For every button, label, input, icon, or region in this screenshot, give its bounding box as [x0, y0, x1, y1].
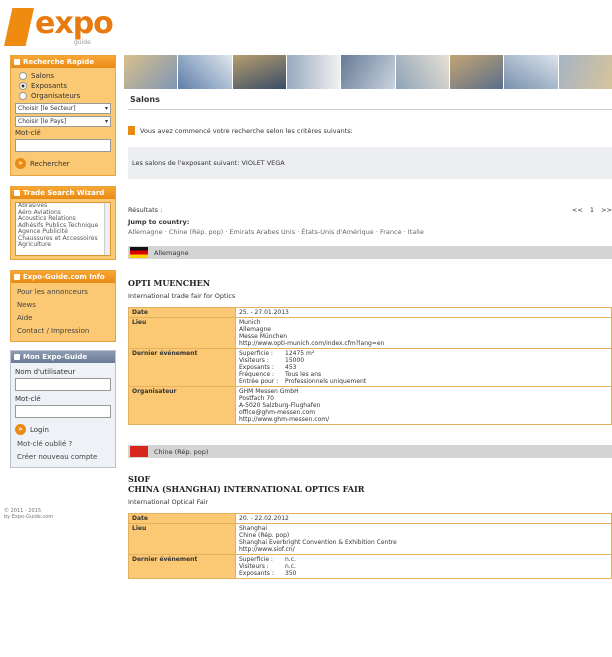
- trade-search-title: Trade Search Wizard: [11, 187, 115, 199]
- fair-name[interactable]: SIOF: [128, 474, 612, 484]
- country-header: Chine (Rép. pop): [128, 445, 612, 458]
- copyright: © 2011 - 2015 by Expo-Guide.com: [4, 508, 54, 520]
- quick-search-box: Recherche Rapide Salons Exposants Organi…: [10, 55, 116, 176]
- password-label: Mot-clé: [15, 395, 41, 403]
- expo-guide-logo[interactable]: expo guide: [2, 4, 117, 46]
- results-bar: Résultats : << 1 >>: [128, 206, 612, 214]
- search-info-box: Les salons de l'exposant suivant: VIOLET…: [128, 147, 612, 179]
- nav-advertisers[interactable]: Pour les annonceurs: [15, 286, 111, 299]
- radio-salons[interactable]: Salons: [19, 71, 111, 81]
- pager: << 1 >>: [567, 206, 612, 214]
- nav-contact[interactable]: Contact / Impression: [15, 325, 111, 338]
- sector-select[interactable]: Choisir [le Secteur]: [15, 103, 111, 114]
- jump-to-country: Jump to country: Allemagne · Chine (Rép.…: [128, 218, 424, 236]
- search-notice: Vous avez commencé votre recherche selon…: [128, 126, 612, 135]
- table-row: Lieu Shanghai Chine (Rép. pop) Shanghai …: [128, 523, 612, 555]
- logo-mark-icon: [4, 8, 34, 46]
- table-row: Date 25. - 27.01.2013: [128, 307, 612, 318]
- username-label: Nom d'utilisateur: [15, 368, 76, 376]
- fair-details-table: Date 25. - 27.01.2013 Lieu Munich Allema…: [128, 307, 612, 425]
- expo-guide-info-title: Expo-Guide.com Info: [11, 271, 115, 283]
- quick-search-title: Recherche Rapide: [11, 56, 115, 68]
- fair-subtitle: International trade fair for Optics: [128, 292, 236, 300]
- radio-organisateurs[interactable]: Organisateurs: [19, 91, 111, 101]
- pager-last[interactable]: >>: [601, 206, 612, 214]
- list-scrollbar[interactable]: [104, 203, 110, 255]
- notice-icon: [128, 126, 135, 135]
- arrow-icon: »: [15, 158, 26, 169]
- fair-name[interactable]: OPTI MUENCHEN: [128, 278, 612, 288]
- venue-link[interactable]: http://www.siof.cn/: [239, 546, 608, 553]
- organizer-email-link[interactable]: office@ghm-messen.com: [239, 409, 608, 416]
- country-select[interactable]: Choisir [le Pays]: [15, 116, 111, 127]
- pager-first[interactable]: <<: [572, 206, 583, 214]
- nav-news[interactable]: News: [15, 299, 111, 312]
- photo-banner: [124, 55, 612, 89]
- my-guide-box: Mon Expo-Guide Nom d'utilisateur Mot-clé…: [10, 350, 116, 468]
- table-row: Organisateur GHM Messen GmbH Postfach 70…: [128, 386, 612, 425]
- pager-page[interactable]: 1: [590, 206, 594, 214]
- fair-subtitle: International Optical Fair: [128, 498, 209, 506]
- fair-details-table: Date 20. - 22.02.2012 Lieu Shanghai Chin…: [128, 513, 612, 579]
- expo-guide-info-box: Expo-Guide.com Info Pour les annonceurs …: [10, 270, 116, 342]
- my-guide-title: Mon Expo-Guide: [11, 351, 115, 363]
- table-row: Lieu Munich Allemagne Messe München http…: [128, 317, 612, 349]
- forgot-password-link[interactable]: Mot-clé oublié ?: [15, 438, 111, 451]
- table-row: Date 20. - 22.02.2012: [128, 513, 612, 524]
- china-flag-icon: [130, 446, 148, 457]
- sidebar: Recherche Rapide Salons Exposants Organi…: [10, 55, 116, 474]
- trade-search-box: Trade Search Wizard Abrasives Aéro Aviat…: [10, 186, 116, 260]
- nav-help[interactable]: Aide: [15, 312, 111, 325]
- list-item[interactable]: Agriculture: [16, 241, 110, 249]
- organizer-web-link[interactable]: http://www.ghm-messen.com/: [239, 416, 608, 423]
- login-button[interactable]: » Login: [15, 424, 111, 435]
- results-label: Résultats :: [128, 206, 163, 214]
- country-links[interactable]: Allemagne · Chine (Rép. pop) · Emirats A…: [128, 228, 424, 236]
- page-title: Salons: [128, 95, 612, 110]
- password-input[interactable]: [15, 405, 111, 418]
- logo-subtitle: guide: [74, 39, 91, 46]
- username-input[interactable]: [15, 378, 111, 391]
- arrow-icon: »: [15, 424, 26, 435]
- country-header: Allemagne: [128, 246, 612, 259]
- register-link[interactable]: Créer nouveau compte: [15, 451, 111, 464]
- table-row: Dernier événement Superficie : n.c. Visit…: [128, 554, 612, 579]
- main-content: Salons Vous avez commencé votre recherch…: [128, 95, 612, 579]
- logo-word: expo: [35, 6, 114, 41]
- fair-full-name[interactable]: CHINA (SHANGHAI) INTERNATIONAL OPTICS FA…: [128, 484, 612, 494]
- keyword-input[interactable]: [15, 139, 111, 152]
- search-button[interactable]: » Rechercher: [15, 158, 111, 169]
- keyword-label: Mot-clé: [15, 129, 41, 137]
- radio-exposants[interactable]: Exposants: [19, 81, 111, 91]
- venue-link[interactable]: http://www.opti-munich.com/index.cfm?lan…: [239, 340, 608, 347]
- germany-flag-icon: [130, 247, 148, 258]
- table-row: Dernier événement Superficie :12475 m² V…: [128, 348, 612, 387]
- trade-search-list[interactable]: Abrasives Aéro Aviations Acoustics Relat…: [15, 202, 111, 256]
